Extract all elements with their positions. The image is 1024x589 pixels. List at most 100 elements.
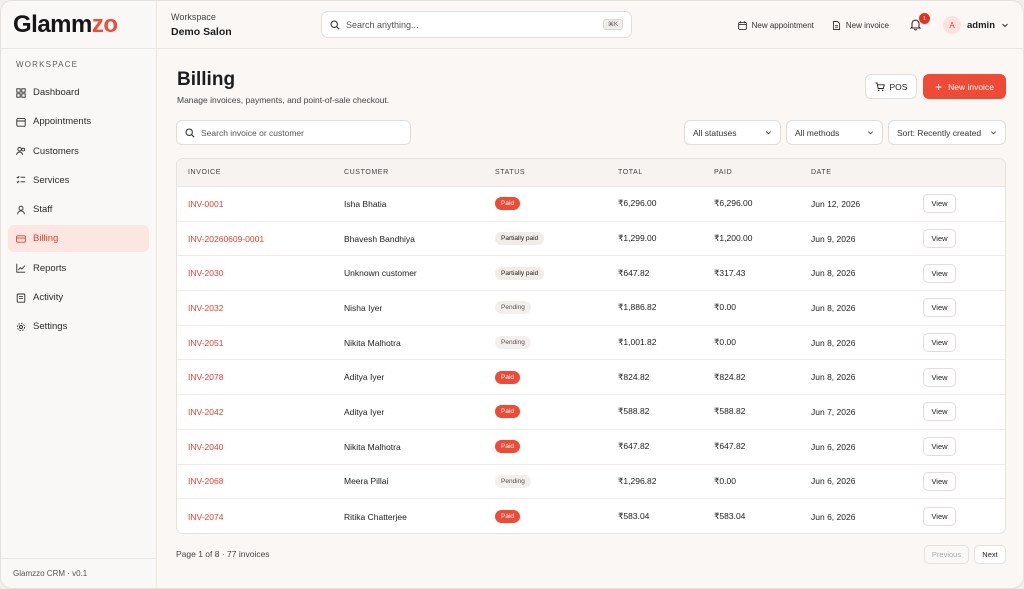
notifications-button[interactable]: 1 bbox=[909, 13, 931, 32]
next-page-button[interactable]: Next bbox=[974, 545, 1006, 564]
previous-page-button[interactable]: Previous bbox=[924, 545, 969, 564]
invoice-link[interactable]: INV-2068 bbox=[188, 476, 223, 486]
date-cell: Jun 7, 2026 bbox=[811, 406, 856, 417]
table-row: INV-2040 Nikita Malhotra Paid ₹647.82 ₹647.8… bbox=[177, 430, 1005, 465]
view-invoice-button[interactable]: View bbox=[923, 263, 956, 283]
paid-cell: ₹0.00 bbox=[714, 475, 736, 486]
total-cell: ₹824.82 bbox=[618, 371, 650, 382]
new-invoice-top-button[interactable]: New invoice bbox=[832, 21, 889, 30]
column-header-status[interactable]: STATUS bbox=[495, 169, 618, 176]
sidebar: Glammzo WORKSPACE Dashboard Appointments C… bbox=[1, 1, 157, 588]
search-icon bbox=[330, 19, 340, 30]
invoice-link[interactable]: INV-2030 bbox=[188, 268, 223, 278]
view-invoice-button[interactable]: View bbox=[923, 471, 956, 491]
invoice-link[interactable]: INV-2078 bbox=[188, 372, 223, 382]
user-menu[interactable]: A admin bbox=[943, 16, 1009, 34]
users-icon bbox=[16, 146, 26, 156]
total-cell: ₹583.04 bbox=[618, 511, 650, 522]
sidebar-item-services[interactable]: Services bbox=[8, 167, 149, 194]
billing-page: Billing Manage invoices, payments, and p… bbox=[157, 49, 1023, 588]
table-row: INV-2078 Aditya Iyer Paid ₹824.82 ₹824.82 Jun… bbox=[177, 360, 1005, 396]
status-badge: Pending bbox=[495, 474, 531, 488]
plus-icon: + bbox=[935, 79, 943, 94]
table-body: INV-0001 Isha Bhatia Paid ₹6,296.00 ₹6,296.0… bbox=[177, 187, 1005, 533]
status-filter-select[interactable]: All statuses bbox=[684, 120, 781, 145]
chevron-down-icon bbox=[1001, 21, 1009, 29]
status-badge: Partially paid bbox=[495, 266, 545, 280]
invoice-link[interactable]: INV-2051 bbox=[188, 338, 223, 348]
pagination-info: Page 1 of 8 · 77 invoices bbox=[176, 549, 270, 559]
date-cell: Jun 8, 2026 bbox=[811, 268, 856, 279]
paid-cell: ₹588.82 bbox=[714, 406, 746, 417]
workspace-label: Workspace bbox=[171, 11, 216, 22]
sidebar-item-settings[interactable]: Settings bbox=[8, 313, 149, 340]
table-row: INV-0001 Isha Bhatia Paid ₹6,296.00 ₹6,296.0… bbox=[177, 187, 1005, 222]
column-header-paid[interactable]: PAID bbox=[714, 169, 811, 176]
invoice-link[interactable]: INV-0001 bbox=[188, 199, 223, 209]
sidebar-item-billing[interactable]: Billing bbox=[8, 225, 149, 253]
view-invoice-button[interactable]: View bbox=[923, 367, 956, 387]
invoice-link[interactable]: INV-2042 bbox=[188, 407, 223, 417]
user-name: admin bbox=[967, 19, 995, 31]
paid-cell: ₹583.04 bbox=[714, 511, 746, 522]
view-invoice-button[interactable]: View bbox=[923, 298, 956, 318]
view-invoice-button[interactable]: View bbox=[923, 507, 956, 527]
column-header-date[interactable]: DATE bbox=[811, 169, 921, 176]
activity-icon bbox=[16, 293, 26, 303]
sidebar-nav: Dashboard Appointments Customers Services St… bbox=[1, 79, 156, 343]
sort-value: Sort: Recently created bbox=[897, 127, 982, 138]
total-cell: ₹1,886.82 bbox=[618, 302, 657, 313]
search-shortcut-badge: ⌘K bbox=[602, 19, 623, 30]
workspace-name: Demo Salon bbox=[171, 25, 232, 38]
brand-logo[interactable]: Glammzo bbox=[1, 1, 156, 49]
page-subtitle: Manage invoices, payments, and point-of-… bbox=[177, 95, 390, 105]
view-invoice-button[interactable]: View bbox=[923, 194, 956, 214]
document-icon bbox=[832, 20, 841, 30]
sort-select[interactable]: Sort: Recently created bbox=[888, 120, 1006, 145]
invoice-link[interactable]: INV-2032 bbox=[188, 303, 223, 313]
global-search-placeholder: Search anything... bbox=[346, 19, 419, 30]
customer-cell: Nisha Iyer bbox=[344, 302, 383, 313]
sidebar-item-label: Settings bbox=[33, 321, 68, 333]
invoice-link[interactable]: INV-2074 bbox=[188, 512, 223, 522]
grid-icon bbox=[16, 87, 26, 98]
date-cell: Jun 6, 2026 bbox=[811, 476, 856, 487]
view-invoice-button[interactable]: View bbox=[923, 437, 956, 457]
sidebar-item-label: Appointments bbox=[33, 116, 92, 128]
column-header-total[interactable]: TOTAL bbox=[618, 169, 714, 176]
view-invoice-button[interactable]: View bbox=[923, 333, 956, 353]
status-badge: Partially paid bbox=[495, 232, 545, 246]
method-filter-select[interactable]: All methods bbox=[786, 120, 883, 145]
pos-button[interactable]: POS bbox=[865, 74, 917, 99]
customer-cell: Aditya Iyer bbox=[344, 372, 385, 383]
new-invoice-button[interactable]: + New invoice bbox=[923, 74, 1006, 99]
paid-cell: ₹0.00 bbox=[714, 302, 736, 313]
chevron-down-icon bbox=[990, 129, 997, 136]
sidebar-item-staff[interactable]: Staff bbox=[8, 196, 149, 223]
invoice-search-input[interactable]: Search invoice or customer bbox=[176, 120, 411, 145]
user-icon bbox=[16, 205, 26, 215]
column-header-customer[interactable]: CUSTOMER bbox=[344, 169, 495, 176]
column-header-invoice[interactable]: INVOICE bbox=[177, 169, 344, 176]
method-filter-value: All methods bbox=[795, 127, 840, 138]
view-invoice-button[interactable]: View bbox=[923, 229, 956, 249]
workspace-switcher[interactable]: Workspace Demo Salon bbox=[171, 12, 321, 38]
sidebar-item-reports[interactable]: Reports bbox=[8, 255, 149, 282]
new-appointment-button[interactable]: New appointment bbox=[737, 20, 814, 30]
sidebar-footer: Glamzzo CRM · v0.1 bbox=[1, 558, 156, 588]
sidebar-item-label: Dashboard bbox=[33, 87, 80, 98]
invoice-link[interactable]: INV-2040 bbox=[188, 442, 223, 452]
invoice-link[interactable]: INV-20260609-0001 bbox=[188, 234, 264, 244]
view-invoice-button[interactable]: View bbox=[923, 402, 956, 422]
sidebar-item-activity[interactable]: Activity bbox=[8, 284, 149, 311]
paid-cell: ₹824.82 bbox=[714, 371, 746, 382]
pos-label: POS bbox=[889, 81, 908, 92]
sidebar-item-appointments[interactable]: Appointments bbox=[8, 108, 149, 135]
global-search-input[interactable]: Search anything... ⌘K bbox=[321, 11, 632, 38]
topbar: Workspace Demo Salon Search anything... … bbox=[157, 1, 1023, 49]
sidebar-item-dashboard[interactable]: Dashboard bbox=[8, 79, 149, 106]
status-badge: Paid bbox=[495, 510, 521, 524]
calendar-icon bbox=[737, 20, 747, 30]
date-cell: Jun 8, 2026 bbox=[811, 302, 856, 313]
sidebar-item-customers[interactable]: Customers bbox=[8, 138, 149, 165]
